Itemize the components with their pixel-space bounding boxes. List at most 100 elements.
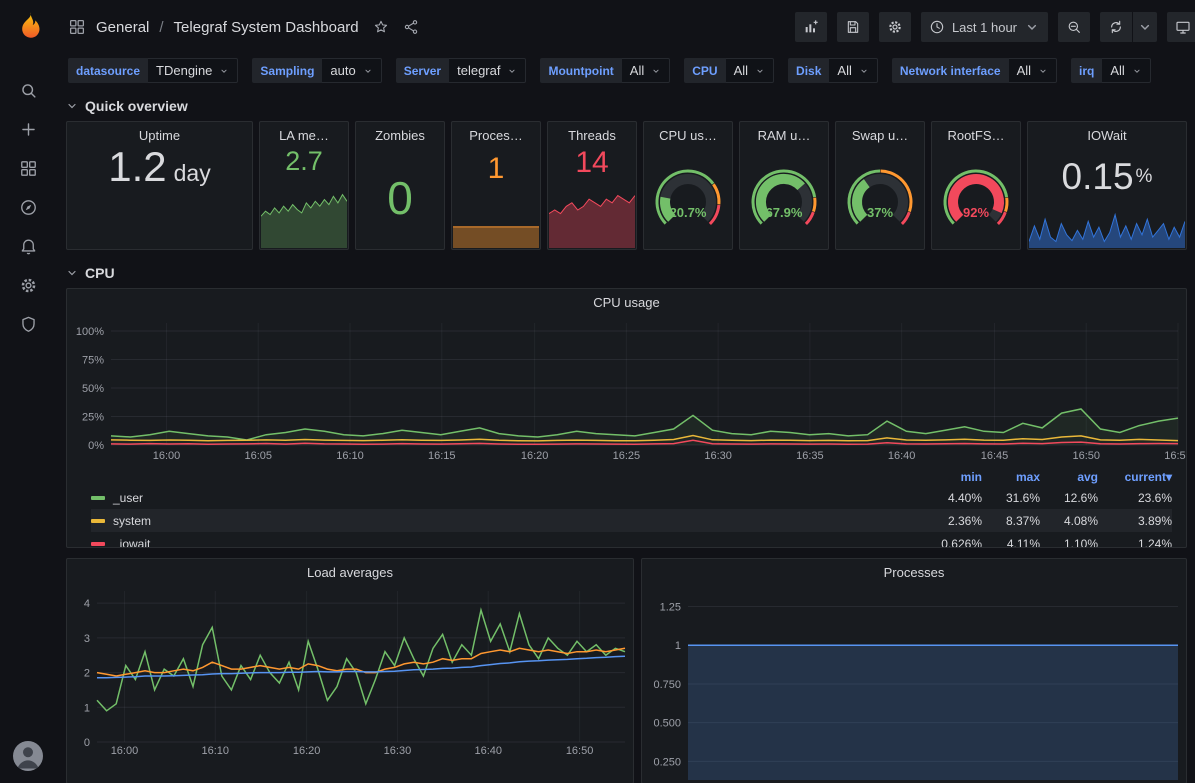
user-avatar[interactable] [13, 741, 43, 771]
refresh-button[interactable] [1100, 12, 1132, 42]
zoom-out-icon [1066, 19, 1082, 35]
row-title: Quick overview [85, 98, 188, 114]
tv-mode-button[interactable] [1167, 12, 1195, 42]
variable-label[interactable]: Server [396, 58, 449, 83]
template-variable[interactable]: datasource TDengine [68, 58, 238, 83]
series-color-swatch [91, 496, 105, 500]
variable-label[interactable]: Mountpoint [540, 58, 621, 83]
sidebar-item-create[interactable] [0, 110, 56, 149]
panel-title[interactable]: CPU usage [67, 289, 1186, 315]
stat-value: 14 [548, 146, 636, 180]
star-icon[interactable] [373, 19, 389, 35]
variable-label[interactable]: CPU [684, 58, 725, 83]
row-header-cpu[interactable]: CPU [66, 260, 1187, 286]
variable-label[interactable]: irq [1071, 58, 1102, 83]
template-variable[interactable]: Server telegraf [396, 58, 527, 83]
share-icon[interactable] [403, 19, 419, 35]
dashboard-settings-button[interactable] [879, 12, 911, 42]
panel-title[interactable]: Load averages [67, 559, 633, 585]
grafana-logo-icon[interactable] [12, 10, 45, 43]
legend-avg: 4.08% [1040, 514, 1098, 528]
variable-label[interactable]: Disk [788, 58, 829, 83]
panel-title[interactable]: Processes [642, 559, 1186, 585]
svg-text:16:40: 16:40 [474, 745, 502, 757]
sidebar-item-search[interactable] [0, 71, 56, 110]
variable-value-dropdown[interactable]: All [1102, 58, 1150, 83]
variable-value-dropdown[interactable]: TDengine [148, 58, 238, 83]
panel-title[interactable]: Threads [548, 122, 636, 148]
stat-value: 0 [387, 171, 413, 225]
gauge: 92% [932, 148, 1020, 249]
series-name[interactable]: _user [113, 491, 143, 505]
legend-header: min max avg current▾ [91, 468, 1172, 486]
navbar-actions: Last 1 hour [795, 12, 1195, 42]
template-variable[interactable]: Network interface All [892, 58, 1057, 83]
variable-value-dropdown[interactable]: All [622, 58, 670, 83]
panel-title[interactable]: Zombies [356, 122, 444, 148]
legend-column-max[interactable]: max [982, 470, 1040, 484]
panel-title[interactable]: CPU us… [644, 122, 732, 148]
panel-load-average-stat: LA me… 2.7 [259, 121, 349, 250]
variable-label[interactable]: Network interface [892, 58, 1009, 83]
legend-column-current[interactable]: current▾ [1098, 470, 1172, 484]
svg-text:1: 1 [675, 640, 681, 652]
panel-cpu-usage: CPU usage 0%25%50%75%100%16:0016:0516:10… [66, 288, 1187, 548]
variable-value-dropdown[interactable]: auto [322, 58, 381, 83]
sidebar-item-explore[interactable] [0, 188, 56, 227]
sidebar-item-configuration[interactable] [0, 266, 56, 305]
row-title: CPU [85, 265, 115, 281]
save-dashboard-button[interactable] [837, 12, 869, 42]
variable-label[interactable]: Sampling [252, 58, 322, 83]
panel-title[interactable]: RAM u… [740, 122, 828, 148]
template-variable[interactable]: Sampling auto [252, 58, 381, 83]
gauge-panel: Swap u… 37% [835, 121, 925, 250]
chevron-down-icon [66, 267, 78, 279]
svg-text:16:10: 16:10 [202, 745, 230, 757]
legend-column-avg[interactable]: avg [1040, 470, 1098, 484]
breadcrumb-section[interactable]: General [96, 19, 149, 36]
svg-text:50%: 50% [82, 383, 104, 395]
panel-title[interactable]: Swap u… [836, 122, 924, 148]
variable-value: TDengine [156, 63, 212, 78]
template-variable[interactable]: irq All [1071, 58, 1151, 83]
legend-min: 4.40% [924, 491, 982, 505]
cpu-usage-chart[interactable]: 0%25%50%75%100%16:0016:0516:1016:1516:20… [67, 315, 1186, 465]
variable-value-dropdown[interactable]: All [726, 58, 774, 83]
variable-label[interactable]: datasource [68, 58, 148, 83]
gauge: 67.9% [740, 148, 828, 249]
variable-value-dropdown[interactable]: All [1009, 58, 1057, 83]
time-range-picker[interactable]: Last 1 hour [921, 12, 1048, 42]
panel-title[interactable]: Proces… [452, 122, 540, 148]
sidebar-item-server-admin[interactable] [0, 305, 56, 344]
refresh-button-group [1100, 12, 1157, 42]
template-variable[interactable]: Mountpoint All [540, 58, 670, 83]
series-name[interactable]: _iowait [113, 537, 150, 549]
legend-avg: 12.6% [1040, 491, 1098, 505]
processes-chart[interactable]: 0.2500.5000.75011.25 [642, 585, 1186, 783]
stat-unit: % [1136, 166, 1153, 188]
variable-value-dropdown[interactable]: All [829, 58, 877, 83]
sidebar-item-dashboards[interactable] [0, 149, 56, 188]
chevron-down-icon [66, 100, 78, 112]
time-range-label: Last 1 hour [952, 20, 1017, 35]
compass-icon [19, 198, 38, 217]
row-header-quick-overview[interactable]: Quick overview [66, 93, 1187, 119]
panel-title[interactable]: IOWait [1028, 122, 1186, 148]
template-variable[interactable]: CPU All [684, 58, 774, 83]
variable-value: All [1017, 63, 1031, 78]
refresh-interval-caret[interactable] [1133, 12, 1157, 42]
panel-title[interactable]: LA me… [260, 122, 348, 148]
load-averages-chart[interactable]: 0123416:0016:1016:2016:3016:4016:50 [67, 585, 633, 760]
panel-zombies: Zombies 0 [355, 121, 445, 250]
legend-column-min[interactable]: min [924, 470, 982, 484]
add-panel-button[interactable] [795, 12, 827, 42]
panel-title[interactable]: RootFS… [932, 122, 1020, 148]
variable-value-dropdown[interactable]: telegraf [449, 58, 526, 83]
template-variable[interactable]: Disk All [788, 58, 878, 83]
series-name[interactable]: system [113, 514, 151, 528]
chevron-down-icon [507, 66, 517, 76]
bottom-panels-row: Load averages 0123416:0016:1016:2016:301… [66, 558, 1187, 783]
legend-max: 31.6% [982, 491, 1040, 505]
sidebar-item-alerting[interactable] [0, 227, 56, 266]
zoom-out-time-button[interactable] [1058, 12, 1090, 42]
